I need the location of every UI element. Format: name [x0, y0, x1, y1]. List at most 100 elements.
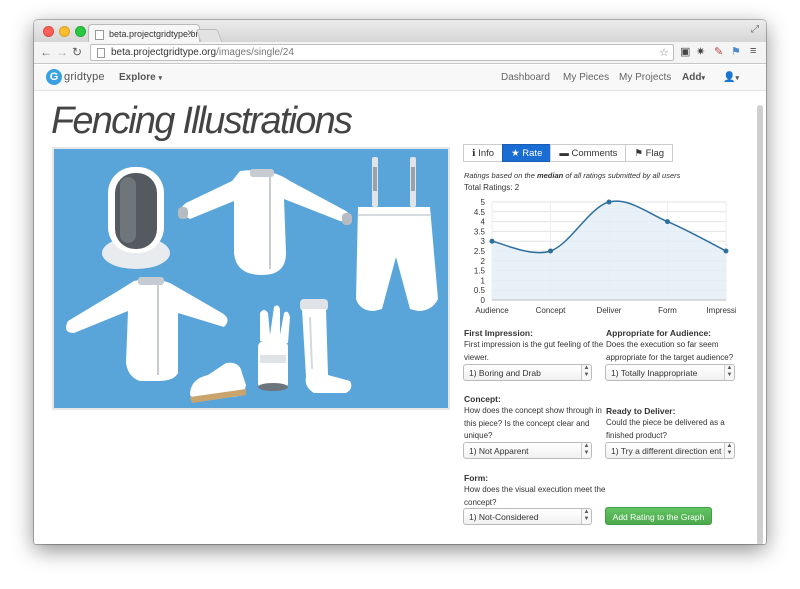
- ratings-note-suffix: of all ratings submitted by all users: [563, 171, 681, 180]
- desc-line: Could the piece be delivered as a: [606, 418, 725, 427]
- logo-text[interactable]: gridtype: [64, 71, 105, 83]
- tab-flag[interactable]: ⚑ Flag: [625, 144, 674, 162]
- logo-icon[interactable]: G: [46, 69, 62, 85]
- site-navbar: G gridtype Explore ▾ Dashboard My Pieces…: [34, 65, 766, 91]
- y-tick-label: 3: [481, 237, 486, 246]
- audience-value: 1) Totally Inappropriate: [611, 368, 698, 378]
- total-ratings: Total Ratings: 2: [464, 183, 520, 192]
- explore-label: Explore: [119, 72, 156, 83]
- page-icon: [97, 48, 105, 58]
- deliver-value: 1) Try a different direction ent: [611, 446, 722, 456]
- fencing-shoe-illustration: [190, 362, 246, 403]
- new-tab-button[interactable]: [195, 29, 223, 42]
- select-arrows-icon: ▲ ▼: [724, 443, 734, 458]
- fullscreen-icon[interactable]: ⤢: [751, 24, 759, 35]
- form-select[interactable]: 1) Not-Considered ▲ ▼: [463, 508, 592, 525]
- concept-select[interactable]: 1) Not Apparent ▲ ▼: [463, 442, 592, 459]
- tab-comments[interactable]: ▬ Comments: [550, 144, 627, 162]
- audience-label: Appropriate for Audience:: [606, 328, 711, 338]
- deliver-select[interactable]: 1) Try a different direction ent ▲ ▼: [605, 442, 735, 459]
- bookmark-star-icon[interactable]: ☆: [659, 46, 669, 59]
- user-icon: 👤: [723, 72, 736, 83]
- browser-toolbar: ← → ↻ beta.projectgridtype.org/images/si…: [34, 42, 766, 64]
- flag-icon: ⚑: [634, 148, 643, 159]
- fencing-mask-illustration: [102, 167, 170, 269]
- back-arrow-icon[interactable]: ←: [40, 45, 52, 59]
- close-window-button[interactable]: [43, 26, 54, 37]
- deliver-desc: Could the piece be delivered as a finishe…: [606, 417, 725, 442]
- form-desc: How does the visual execution meet the co…: [464, 484, 605, 509]
- nav-my-pieces[interactable]: My Pieces: [563, 72, 609, 83]
- add-label: Add: [682, 72, 702, 83]
- browser-window: beta.projectgridtype.org/i ✕ ⤢ ← → ↻ bet…: [34, 20, 766, 544]
- y-tick-label: 5: [481, 198, 486, 207]
- y-tick-label: 1.5: [474, 267, 486, 276]
- concept-value: 1) Not Apparent: [469, 446, 529, 456]
- scrollbar-thumb[interactable]: [757, 105, 763, 544]
- browser-tab[interactable]: beta.projectgridtype.org/i ✕: [88, 24, 200, 43]
- y-tick-label: 0.5: [474, 286, 486, 295]
- audience-select[interactable]: 1) Totally Inappropriate ▲ ▼: [605, 364, 735, 381]
- minimize-window-button[interactable]: [59, 26, 70, 37]
- x-tick-label: Form: [658, 306, 677, 315]
- page-icon: [95, 30, 104, 40]
- explore-dropdown[interactable]: Explore ▾: [119, 72, 162, 83]
- y-tick-label: 0: [481, 296, 486, 305]
- menu-icon[interactable]: ≡: [750, 45, 756, 57]
- title-bar: beta.projectgridtype.org/i ✕ ⤢: [34, 20, 766, 43]
- extension-icon[interactable]: ✎: [714, 45, 723, 58]
- deliver-label: Ready to Deliver:: [606, 406, 676, 416]
- add-rating-button[interactable]: Add Rating to the Graph: [605, 507, 712, 525]
- extension-icon[interactable]: ⚑: [731, 45, 741, 58]
- tab-rate[interactable]: ★ Rate: [502, 144, 552, 162]
- desc-line: How does the concept show through in: [464, 406, 602, 415]
- x-tick-label: Deliver: [597, 306, 622, 315]
- tab-comments-label: Comments: [571, 148, 618, 159]
- scrollbar[interactable]: [757, 65, 764, 544]
- desc-line: this piece? Is the concept clear and: [464, 418, 590, 428]
- ratings-chart: 00.511.522.533.544.55 Audience Concept Deli…: [474, 198, 736, 315]
- y-tick-label: 4: [481, 218, 486, 227]
- zoom-window-button[interactable]: [75, 26, 86, 37]
- fencing-jacket-illustration: [66, 277, 228, 381]
- nav-add-dropdown[interactable]: Add▾: [682, 72, 705, 83]
- url-path: /images/single/24: [216, 47, 294, 58]
- nav-dashboard[interactable]: Dashboard: [501, 72, 550, 83]
- select-arrows-icon: ▲ ▼: [581, 509, 591, 524]
- first-impression-value: 1) Boring and Drab: [469, 368, 541, 378]
- artwork-image: [52, 147, 450, 410]
- tab-flag-label: Flag: [645, 148, 665, 159]
- data-point: [606, 199, 612, 205]
- fencing-glove-illustration: [258, 305, 290, 391]
- comment-icon: ▬: [559, 148, 569, 159]
- extension-icon[interactable]: ▣: [680, 45, 690, 58]
- y-tick-label: 4.5: [474, 208, 486, 217]
- select-arrows-icon: ▲ ▼: [581, 365, 591, 380]
- url-host: beta.projectgridtype.org: [111, 47, 217, 58]
- caret-down-icon: ▾: [735, 75, 739, 82]
- first-impression-select[interactable]: 1) Boring and Drab ▲ ▼: [463, 364, 592, 381]
- nav-my-projects[interactable]: My Projects: [619, 72, 671, 83]
- desc-line: appropriate for the target audience?: [606, 352, 734, 362]
- first-impression-label: First Impression:: [464, 328, 533, 338]
- address-bar[interactable]: beta.projectgridtype.org/images/single/2…: [90, 44, 674, 61]
- x-tick-label: Concept: [536, 306, 567, 315]
- fencing-illustration: [66, 157, 438, 403]
- forward-arrow-icon[interactable]: →: [56, 45, 68, 59]
- form-label: Form:: [464, 473, 489, 483]
- y-tick-label: 2: [481, 257, 486, 266]
- gear-icon[interactable]: ✷: [696, 45, 705, 58]
- fencing-jacket-illustration: [178, 169, 352, 275]
- caret-down-icon: ▾: [701, 75, 705, 82]
- info-icon: ℹ: [472, 148, 476, 159]
- audience-desc: Does the execution so far seem appropriat…: [606, 339, 733, 364]
- ratings-note-median: median: [536, 171, 564, 180]
- star-icon: ★: [511, 148, 520, 159]
- data-point: [723, 248, 729, 254]
- tab-close-icon[interactable]: ✕: [186, 28, 194, 39]
- user-menu[interactable]: 👤▾: [723, 72, 739, 83]
- reload-icon[interactable]: ↻: [72, 45, 82, 59]
- concept-desc: How does the concept show through in this…: [464, 405, 602, 443]
- tab-info[interactable]: ℹ Info: [463, 144, 504, 162]
- first-impression-desc: First impression is the gut feeling of t…: [464, 339, 603, 364]
